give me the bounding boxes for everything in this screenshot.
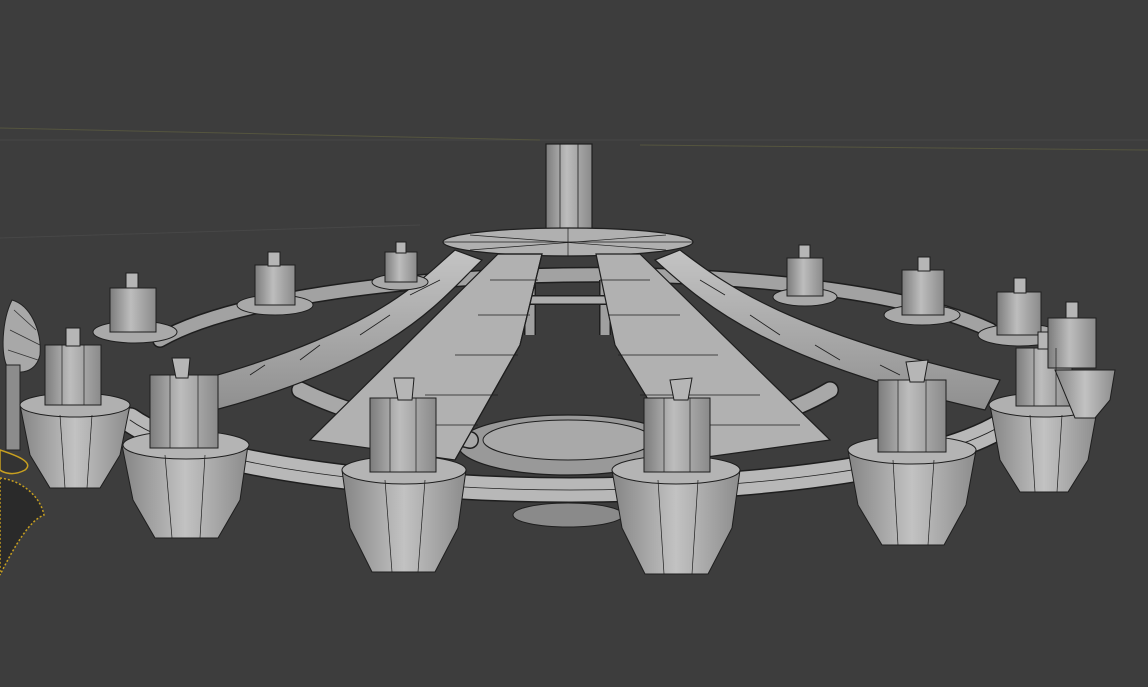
- 3d-viewport[interactable]: [0, 0, 1148, 687]
- candle-back-2[interactable]: [371, 241, 429, 291]
- candle-back-6[interactable]: [92, 272, 178, 344]
- central-stem[interactable]: [545, 143, 593, 241]
- top-plate[interactable]: [442, 227, 694, 257]
- candle-back-4[interactable]: [883, 256, 961, 326]
- candle-back-1[interactable]: [236, 251, 314, 316]
- candle-back-3[interactable]: [772, 244, 838, 307]
